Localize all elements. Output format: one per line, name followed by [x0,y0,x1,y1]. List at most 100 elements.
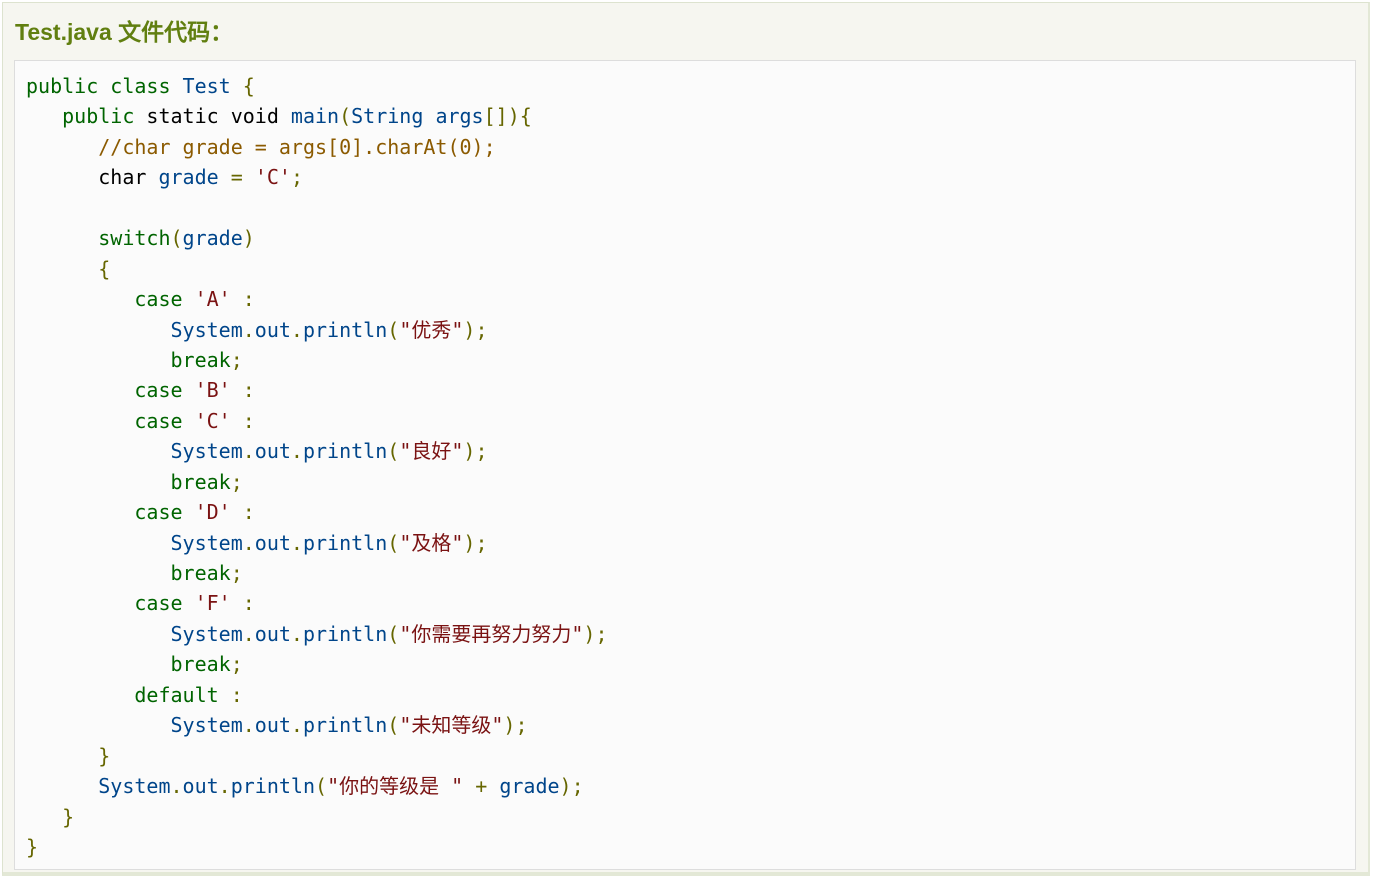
code-token: + [475,774,488,799]
code-token: { [230,74,255,98]
code-token: "优秀" [399,317,464,342]
code-token: ); [463,439,488,464]
code-token: : [242,378,255,403]
code-token: System [170,317,243,342]
code-token: . [290,317,303,342]
code-line: //char grade = args[0].charAt(0); [26,132,608,162]
code-token: 'D' [194,500,231,525]
code-token: ); [463,317,488,342]
code-token: { [98,256,111,281]
code-line: } [26,741,608,771]
code-token: ) [242,226,255,251]
code-token: break [170,347,231,372]
code-token: ); [503,713,528,738]
code-line: case 'A' : [26,284,608,314]
code-token: ( [387,621,400,646]
code-token: . [218,774,231,799]
code-line: System.out.println("你需要再努力努力"); [26,619,608,649]
code-line: case 'B' : [26,375,608,405]
code-line: System.out.println("及格"); [26,528,608,558]
code-token: . [242,530,255,555]
code-token: "你的等级是 " [327,774,464,799]
code-token: . [242,317,255,342]
code-token: = [230,165,243,190]
code-token: char [26,165,159,190]
code-line: } [26,832,608,862]
code-token: ( [387,439,400,464]
code-token: grade [182,226,243,251]
code-token: ; [230,469,243,494]
code-token: println [302,317,388,342]
code-token: . [170,774,183,799]
code-token: System [170,530,243,555]
code-token: : [242,408,255,433]
code-token: ); [583,621,608,646]
code-token: System [170,713,243,738]
code-token: println [302,530,388,555]
code-token: out [254,439,291,464]
code-line: System.out.println("你的等级是 " + grade); [26,771,608,801]
code-token: 'B' [194,378,231,403]
code-token: String [351,104,424,129]
code-token: class [98,74,183,98]
code-line: } [26,802,608,832]
code-line: case 'D' : [26,497,608,527]
code-line: { [26,254,608,284]
code-token: ( [170,226,183,251]
code-token: ( [315,774,328,799]
code-token: //char grade = args[0].charAt(0); [98,134,496,159]
code-line: char grade = 'C'; [26,162,608,192]
code-token: args [435,104,484,129]
code-token: ( [387,317,400,342]
code-token: out [254,713,291,738]
code-line: default : [26,680,608,710]
code-token: case [134,500,183,525]
code-token: case [134,287,183,312]
code-line: break; [26,345,608,375]
code-token: grade [499,774,560,799]
code-token: } [98,743,111,768]
code-token: 'C' [254,165,291,190]
code-token: . [290,439,303,464]
code-line: System.out.println("良好"); [26,436,608,466]
code-token: main [290,104,340,129]
code-token: : [242,500,255,525]
code-token: break [170,469,231,494]
code-token: println [302,439,388,464]
code-token: System [98,774,171,799]
code-token: ; [230,347,243,372]
example-title: Test.java 文件代码： [15,19,234,45]
code-token: . [290,713,303,738]
code-token: "你需要再努力努力" [399,621,584,646]
code-token: . [290,530,303,555]
code-token: : [230,682,243,707]
code-token: System [170,621,243,646]
code-token: ; [230,652,243,677]
code-token: Test [182,74,231,98]
code-token: []){ [483,104,532,129]
code-token: 'A' [194,287,231,312]
